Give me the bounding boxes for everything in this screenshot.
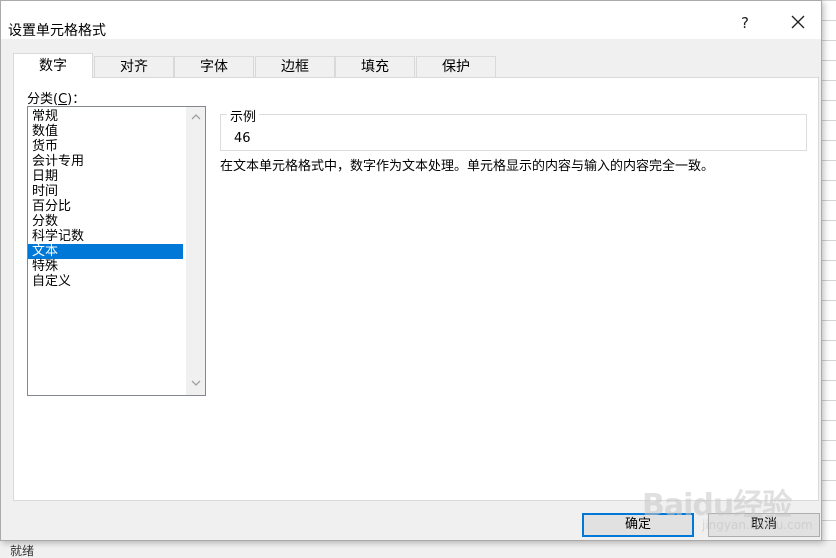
help-button[interactable]: ?: [723, 9, 767, 37]
chevron-up-icon: [191, 114, 200, 120]
close-button[interactable]: [775, 9, 821, 37]
category-item-scientific[interactable]: 科学记数: [28, 229, 183, 244]
tab-fill[interactable]: 填充: [335, 56, 415, 78]
category-listbox[interactable]: 常规 数值 货币 会计专用 日期 时间 百分比 分数 科学记数 文本 特殊 自定…: [27, 106, 206, 396]
category-item-accounting[interactable]: 会计专用: [28, 154, 183, 169]
dialog-title: 设置单元格格式: [8, 23, 106, 39]
watermark-url: jingyan.baidu.com: [702, 518, 813, 532]
baidu-watermark: Baidu经验 jingyan.baidu.com: [642, 470, 813, 540]
format-cells-dialog: 设置单元格格式 ? 数字 对齐 字体 边框 填充 保护 分类(C)： 常规 数值…: [0, 0, 822, 541]
category-scrollbar[interactable]: [186, 107, 205, 395]
status-text: 就绪: [10, 544, 35, 558]
sample-value: 46: [234, 131, 251, 146]
sample-legend: 示例: [227, 106, 260, 125]
tab-alignment[interactable]: 对齐: [94, 56, 174, 78]
scroll-up-button[interactable]: [186, 109, 205, 126]
category-item-custom[interactable]: 自定义: [28, 274, 183, 289]
category-items: 常规 数值 货币 会计专用 日期 时间 百分比 分数 科学记数 文本 特殊 自定…: [28, 109, 183, 289]
scroll-down-button[interactable]: [186, 376, 205, 393]
category-item-time[interactable]: 时间: [28, 184, 183, 199]
format-description: 在文本单元格格式中，数字作为文本处理。单元格显示的内容与输入的内容完全一致。: [220, 159, 715, 174]
category-item-percentage[interactable]: 百分比: [28, 199, 183, 214]
tab-strip: 数字 对齐 字体 边框 填充 保护: [13, 53, 497, 78]
category-item-date[interactable]: 日期: [28, 169, 183, 184]
status-bar: 就绪: [0, 540, 836, 558]
category-item-general[interactable]: 常规: [28, 109, 183, 124]
category-label: 分类(C)：: [27, 92, 86, 107]
close-icon: [791, 15, 805, 29]
category-item-fraction[interactable]: 分数: [28, 214, 183, 229]
category-item-number[interactable]: 数值: [28, 124, 183, 139]
tab-font[interactable]: 字体: [174, 56, 254, 78]
sample-group: 示例 46: [220, 106, 807, 151]
category-item-special[interactable]: 特殊: [28, 259, 183, 274]
title-bar[interactable]: 设置单元格格式 ?: [1, 1, 821, 39]
tab-protection[interactable]: 保护: [416, 56, 496, 78]
tab-number[interactable]: 数字: [13, 53, 93, 78]
chevron-down-icon: [191, 380, 200, 386]
category-item-text[interactable]: 文本: [28, 244, 183, 259]
category-item-currency[interactable]: 货币: [28, 139, 183, 154]
tab-border[interactable]: 边框: [255, 56, 335, 78]
